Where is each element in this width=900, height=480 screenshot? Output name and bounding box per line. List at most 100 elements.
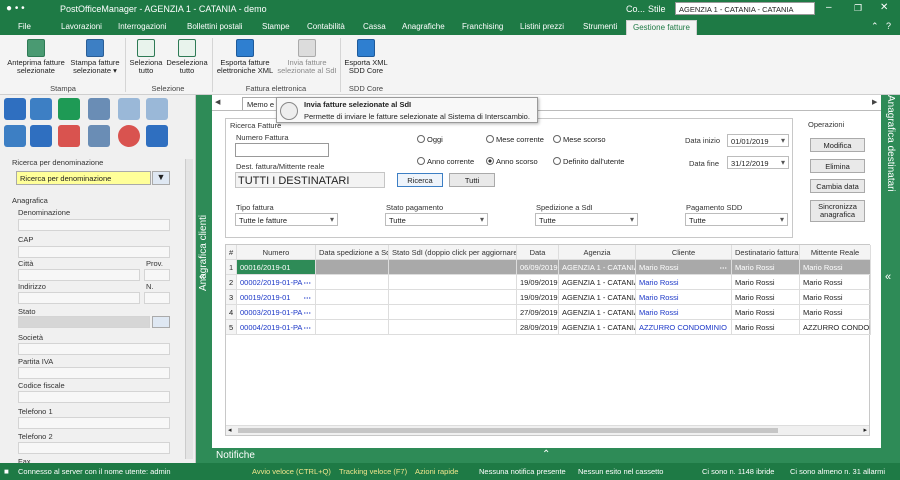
- gear-icon[interactable]: [88, 98, 110, 120]
- delete-icon[interactable]: [118, 125, 140, 147]
- refresh-icon[interactable]: [30, 125, 52, 147]
- tab-interrogazioni[interactable]: Interrogazioni: [118, 22, 166, 31]
- table-row[interactable]: 4 00003/2019-01-PA ⋯ 27/09/2019 AGENZIA 1…: [226, 305, 871, 320]
- tab-cassa[interactable]: Cassa: [363, 22, 386, 31]
- modifica-button[interactable]: Modifica: [810, 138, 865, 152]
- col-header-data-spedizione[interactable]: Data spedizione a SdI: [316, 245, 389, 260]
- prov-field[interactable]: [144, 269, 170, 281]
- tutti-button[interactable]: Tutti: [449, 173, 495, 187]
- radio-anno-corrente[interactable]: Anno corrente: [417, 157, 474, 166]
- ricerca-button[interactable]: Ricerca: [397, 173, 443, 187]
- col-header-mittente[interactable]: Mittente Reale: [800, 245, 871, 260]
- tab-strumenti[interactable]: Strumenti: [583, 22, 617, 31]
- filter-icon[interactable]: ▼: [152, 171, 170, 185]
- scroll-right-icon[interactable]: ▸: [863, 426, 867, 434]
- arrow-right-icon[interactable]: [146, 98, 168, 120]
- more-icon[interactable]: ⋯: [304, 278, 312, 287]
- ibride-status[interactable]: Ci sono n. 1148 ibride: [702, 467, 774, 476]
- destinatari-side-strip[interactable]: Anagrafica destinatari «: [881, 95, 900, 463]
- export-xml-button[interactable]: Esporta fatture elettroniche XML: [214, 39, 276, 75]
- tipo-fattura-select[interactable]: Tutte le fatture: [235, 213, 338, 226]
- denominazione-field[interactable]: [18, 219, 170, 231]
- radio-mese-corrente[interactable]: Mese corrente: [486, 135, 544, 144]
- table-row[interactable]: 1 00016/2019-01 06/09/2019 AGENZIA 1 - C…: [226, 260, 871, 275]
- tab-bollettini[interactable]: Bollettini postali: [187, 22, 243, 31]
- allarmi-status[interactable]: Ci sono almeno n. 31 allarmi: [790, 467, 885, 476]
- telefono1-field[interactable]: [18, 417, 170, 429]
- sincronizza-button[interactable]: Sincronizza anagrafica: [810, 200, 865, 222]
- scroll-thumb[interactable]: [238, 428, 778, 433]
- scroll-left-icon[interactable]: ◂: [228, 426, 232, 434]
- arrow-left-icon[interactable]: [118, 98, 140, 120]
- data-inizio-picker[interactable]: 01/01/2019: [727, 134, 789, 147]
- print-invoices-button[interactable]: Stampa fatture selezionate ▾: [68, 39, 122, 75]
- pin-icon[interactable]: [152, 316, 170, 328]
- send-sdi-button[interactable]: Invia fatture selezionate al SdI: [276, 39, 338, 75]
- telefono2-field[interactable]: [18, 442, 170, 454]
- minimize-icon[interactable]: –: [826, 2, 832, 13]
- radio-anno-scorso[interactable]: Anno scorso: [486, 157, 538, 166]
- tab-scroll-left-icon[interactable]: ◀: [215, 98, 220, 106]
- col-header-agenzia[interactable]: Agenzia: [559, 245, 636, 260]
- tab-scroll-right-icon[interactable]: ▶: [872, 98, 877, 106]
- azioni-rapide-link[interactable]: Azioni rapide: [415, 467, 458, 476]
- radio-mese-scorso[interactable]: Mese scorso: [553, 135, 606, 144]
- col-header-index[interactable]: #: [226, 245, 237, 260]
- more-icon[interactable]: ⋯: [304, 323, 312, 332]
- edit-icon[interactable]: [88, 125, 110, 147]
- stato-select[interactable]: [18, 316, 150, 328]
- table-row[interactable]: 3 00019/2019-01 ⋯ 19/09/2019 AGENZIA 1 - …: [226, 290, 871, 305]
- tree-icon[interactable]: [4, 98, 26, 120]
- more-icon[interactable]: ⋯: [720, 263, 728, 272]
- codice-fiscale-field[interactable]: [18, 391, 170, 403]
- pagamento-sdd-select[interactable]: Tutte: [685, 213, 788, 226]
- restore-icon[interactable]: ❐: [854, 3, 862, 14]
- expand-up-icon[interactable]: ⌃: [542, 449, 550, 460]
- numero-civico-field[interactable]: [144, 292, 170, 304]
- deselect-all-button[interactable]: Deseleziona tutto: [165, 39, 209, 75]
- tab-anagrafiche[interactable]: Anagrafiche: [402, 22, 445, 31]
- spedizione-sdi-select[interactable]: Tutte: [535, 213, 638, 226]
- partita-iva-field[interactable]: [18, 367, 170, 379]
- radio-oggi[interactable]: Oggi: [417, 135, 443, 144]
- stato-pagamento-select[interactable]: Tutte: [385, 213, 488, 226]
- co-label[interactable]: Co...: [626, 4, 645, 14]
- numero-fattura-input[interactable]: [235, 143, 329, 157]
- grid-icon[interactable]: [58, 98, 80, 120]
- col-header-stato-sdi[interactable]: Stato SdI (doppio click per aggiornare): [389, 245, 517, 260]
- tab-listini[interactable]: Listini prezzi: [520, 22, 564, 31]
- tab-gestione-fatture[interactable]: Gestione fatture: [626, 20, 697, 35]
- tab-contabilita[interactable]: Contabilità: [307, 22, 345, 31]
- horizontal-scrollbar[interactable]: ◂ ▸: [226, 425, 869, 435]
- cap-field[interactable]: [18, 246, 170, 258]
- indirizzo-field[interactable]: [18, 292, 140, 304]
- tab-file[interactable]: File: [18, 22, 31, 31]
- tracking-veloce-link[interactable]: Tracking veloce (F7): [339, 467, 407, 476]
- destinatario-field[interactable]: TUTTI I DESTINATARI: [235, 172, 385, 188]
- col-header-data[interactable]: Data: [517, 245, 559, 260]
- expand-right-icon[interactable]: «: [885, 271, 891, 283]
- expand-left-icon[interactable]: «: [199, 271, 205, 283]
- tab-stampe[interactable]: Stampe: [262, 22, 290, 31]
- search-mode-select[interactable]: Ricerca per denominazione: [16, 171, 151, 185]
- user-medical-icon[interactable]: [58, 125, 80, 147]
- agency-select[interactable]: AGENZIA 1 - CATANIA - CATANIA: [675, 2, 815, 15]
- citta-field[interactable]: [18, 269, 140, 281]
- notifications-bar[interactable]: Notifiche ⌃: [212, 448, 881, 464]
- radio-definito-utente[interactable]: Definito dall'utente: [553, 157, 624, 166]
- tab-franchising[interactable]: Franchising: [462, 22, 503, 31]
- col-header-destinatario[interactable]: Destinatario fattura: [732, 245, 800, 260]
- elimina-button[interactable]: Elimina: [810, 159, 865, 173]
- lock-icon[interactable]: [146, 125, 168, 147]
- preview-invoices-button[interactable]: Anteprima fatture selezionate: [4, 39, 68, 75]
- clienti-side-strip[interactable]: Anagrafica clienti «: [196, 95, 212, 463]
- stile-label[interactable]: Stile: [648, 4, 666, 14]
- ribbon-collapse-icon[interactable]: ⌃: [871, 21, 879, 32]
- cambia-data-button[interactable]: Cambia data: [810, 179, 865, 193]
- col-header-cliente[interactable]: Cliente: [636, 245, 732, 260]
- avvio-veloce-link[interactable]: Avvio veloce (CTRL+Q): [252, 467, 331, 476]
- more-icon[interactable]: ⋯: [304, 308, 312, 317]
- more-icon[interactable]: ⋯: [304, 293, 312, 302]
- left-scrollbar[interactable]: [185, 159, 193, 459]
- help-icon[interactable]: ?: [886, 21, 891, 31]
